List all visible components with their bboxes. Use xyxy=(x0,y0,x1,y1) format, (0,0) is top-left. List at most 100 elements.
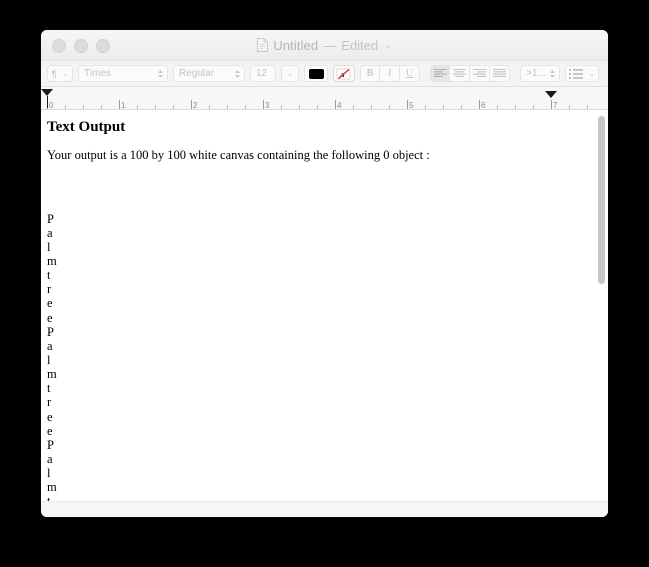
align-justify-button[interactable] xyxy=(490,65,510,82)
font-style-dropdown[interactable]: Regular xyxy=(173,65,245,82)
ruler-tick-major xyxy=(191,100,192,109)
chevron-down-icon: ⌄ xyxy=(589,70,595,78)
font-size-value: 12 xyxy=(256,68,268,79)
bold-button[interactable]: B xyxy=(360,65,380,82)
document-text-line: m xyxy=(47,367,57,382)
right-indent-marker[interactable] xyxy=(545,91,557,98)
document-text-line: P xyxy=(47,211,54,226)
list-style-dropdown[interactable]: ⌄ xyxy=(565,65,599,82)
ruler-tick-minor xyxy=(83,105,84,109)
font-size-dropdown[interactable]: ⌄ xyxy=(281,65,299,82)
align-right-icon xyxy=(473,69,486,77)
document-text-line: r xyxy=(47,395,52,410)
ruler-tick-minor xyxy=(299,105,300,109)
ruler-tick-major xyxy=(263,100,264,109)
minimize-button[interactable] xyxy=(74,39,88,53)
window-titlebar[interactable]: Untitled — Edited ⌄ xyxy=(41,30,608,61)
stepper-icon xyxy=(550,69,555,78)
document-heading: Text Output xyxy=(47,119,126,135)
vertical-scrollbar[interactable] xyxy=(597,114,606,497)
document-text-line: t xyxy=(47,268,51,283)
align-left-button[interactable] xyxy=(430,65,450,82)
ruler[interactable]: 0 1 2 3 4 5 6 7 xyxy=(41,87,608,110)
align-center-button[interactable] xyxy=(450,65,470,82)
document-text-line: l xyxy=(47,353,51,368)
ruler-tick-major xyxy=(119,100,120,109)
italic-button[interactable]: I xyxy=(380,65,400,82)
ruler-tick-minor xyxy=(281,105,282,109)
font-family-dropdown[interactable]: Times xyxy=(78,65,168,82)
window-footer xyxy=(41,502,608,517)
document-scroll-area[interactable]: Text Output Your output is a 100 by 100 … xyxy=(41,110,608,502)
format-toolbar: ¶ ⌄ Times Regular 12 ⌄ B I U >1... ⌄ xyxy=(41,61,608,87)
ruler-tick-major xyxy=(335,100,336,109)
ruler-tick-label: 7 xyxy=(553,101,558,110)
title-separator: — xyxy=(323,37,337,53)
ruler-tick-major xyxy=(479,100,480,109)
highlight-color-button[interactable]: a xyxy=(333,65,355,82)
ruler-tick-minor xyxy=(245,105,246,109)
left-indent-marker[interactable] xyxy=(47,96,48,108)
ruler-tick-minor xyxy=(353,105,354,109)
close-button[interactable] xyxy=(52,39,66,53)
paragraph-style-dropdown[interactable]: ¶ ⌄ xyxy=(47,65,73,82)
document-text-line: a xyxy=(47,225,53,240)
ruler-tick-minor xyxy=(515,105,516,109)
chevron-down-icon: ⌄ xyxy=(287,70,293,78)
edited-badge: Edited xyxy=(341,37,379,53)
ruler-tick-label: 4 xyxy=(337,101,342,110)
stepper-icon xyxy=(158,69,163,78)
ruler-tick-minor xyxy=(443,105,444,109)
ruler-tick-minor xyxy=(425,105,426,109)
chevron-down-icon: ⌄ xyxy=(62,70,69,78)
document-text-line: l xyxy=(47,239,51,254)
document-text-line: P xyxy=(47,437,54,452)
textedit-window: Untitled — Edited ⌄ ¶ ⌄ Times Regular 12… xyxy=(41,30,608,517)
document-text-line: t xyxy=(47,494,594,501)
line-spacing-dropdown[interactable]: >1... xyxy=(520,65,560,82)
ruler-tick-minor xyxy=(497,105,498,109)
font-size-field[interactable]: 12 xyxy=(250,65,276,82)
align-right-button[interactable] xyxy=(470,65,490,82)
ruler-tick-minor xyxy=(227,105,228,109)
document-text-line: a xyxy=(47,452,53,467)
text-color-button[interactable] xyxy=(304,65,328,82)
ruler-tick-major xyxy=(551,100,552,109)
ruler-tick-major xyxy=(407,100,408,109)
font-family-value: Times xyxy=(84,68,111,79)
document-text-line: a xyxy=(47,338,53,353)
zoom-button[interactable] xyxy=(96,39,110,53)
ruler-tick-minor xyxy=(569,105,570,109)
first-line-indent-marker[interactable] xyxy=(41,89,53,96)
screen: Untitled — Edited ⌄ ¶ ⌄ Times Regular 12… xyxy=(0,0,649,567)
document-text-line: t xyxy=(47,381,51,396)
ruler-tick-minor xyxy=(371,105,372,109)
underline-button[interactable]: U xyxy=(400,65,420,82)
ruler-tick-label: 6 xyxy=(481,101,486,110)
document-icon xyxy=(257,38,269,52)
align-justify-icon xyxy=(493,69,506,77)
ruler-tick-minor xyxy=(155,105,156,109)
align-left-icon xyxy=(433,69,447,77)
ruler-tick-minor xyxy=(65,105,66,109)
ruler-tick-minor xyxy=(137,105,138,109)
scrollbar-thumb[interactable] xyxy=(598,116,605,284)
text-color-swatch xyxy=(308,68,324,79)
traffic-light-group xyxy=(52,39,110,53)
ruler-tick-minor xyxy=(101,105,102,109)
ruler-tick-minor xyxy=(173,105,174,109)
align-center-icon xyxy=(453,69,466,77)
document-text-line: e xyxy=(47,423,53,438)
numbered-list-icon xyxy=(569,68,584,79)
document-text-line: l xyxy=(47,466,51,481)
title-chevron-down-icon[interactable]: ⌄ xyxy=(384,40,392,51)
ruler-tick-label: 0 xyxy=(49,101,54,110)
ruler-tick-minor xyxy=(317,105,318,109)
stepper-icon xyxy=(235,69,240,78)
document-blank-space xyxy=(47,164,594,212)
document-vertical-text: PalmtreePalmtreePalmtreePalmt xyxy=(47,212,594,501)
document-page[interactable]: Text Output Your output is a 100 by 100 … xyxy=(41,110,608,501)
document-text-line: r xyxy=(47,282,52,297)
ruler-tick-minor xyxy=(389,105,390,109)
ruler-ticks: 0 1 2 3 4 5 6 7 xyxy=(41,87,608,109)
